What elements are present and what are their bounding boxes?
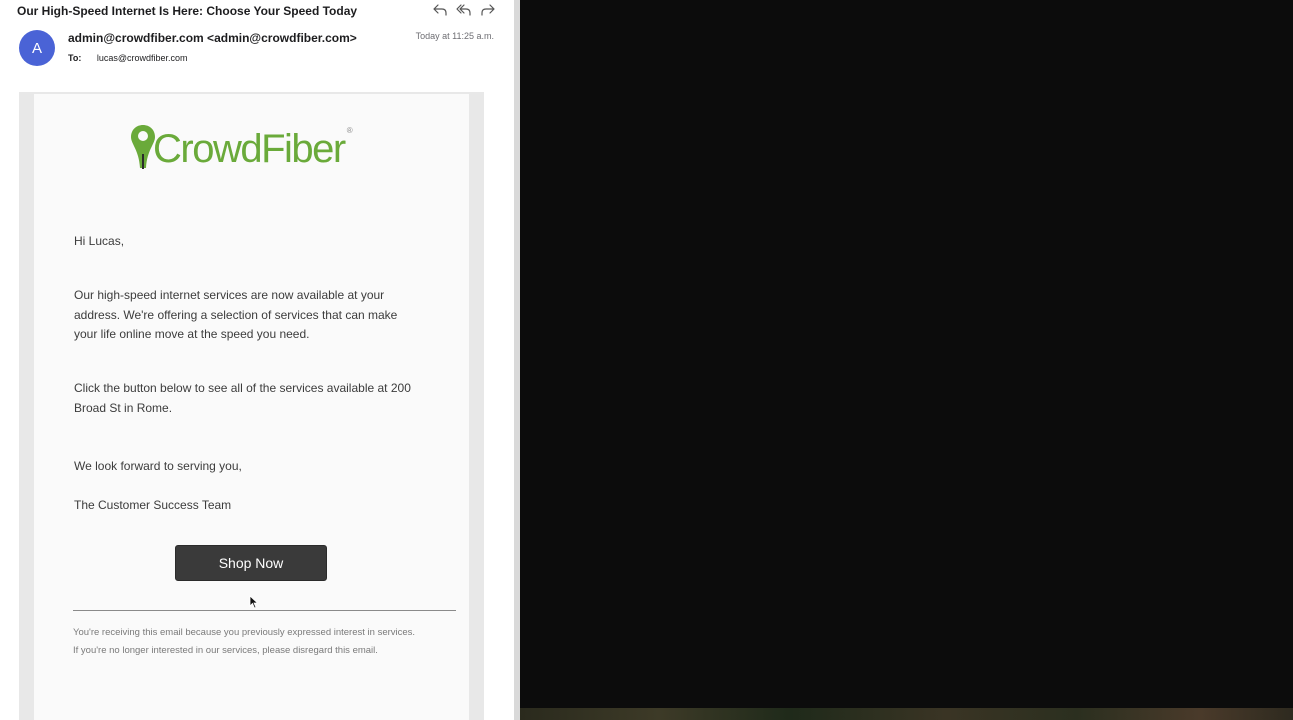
to-label: To: [68,53,82,63]
email-date: Today at 11:25 a.m. [415,31,494,41]
body-paragraph-2: Click the button below to see all of the… [74,381,411,415]
footer-text: You're receiving this email because you … [73,627,416,656]
recipient-row: To: lucas@crowdfiber.com [68,53,188,63]
crowdfiber-logo[interactable]: CrowdFiber ® [130,124,353,170]
reply-all-icon[interactable] [456,3,472,17]
mouse-cursor-icon [249,595,259,609]
background-area [520,0,1293,720]
email-content: CrowdFiber ® Hi Lucas, Our high-speed in… [34,94,469,720]
closing-line: We look forward to serving you, [74,459,242,473]
logo-text: CrowdFiber [153,127,346,171]
signature: The Customer Success Team [74,498,232,512]
email-actions [432,3,496,17]
body-paragraph-1: Our high-speed internet services are now… [74,288,398,341]
email-viewer: Our High-Speed Internet Is Here: Choose … [0,0,514,720]
footer-divider [73,610,456,611]
greeting: Hi Lucas, [74,234,125,248]
email-subject: Our High-Speed Internet Is Here: Choose … [17,4,358,18]
recipient-address[interactable]: lucas@crowdfiber.com [97,53,188,63]
reply-icon[interactable] [432,3,448,17]
sender-avatar: A [19,30,55,66]
sender-address[interactable]: admin@crowdfiber.com <admin@crowdfiber.c… [68,31,357,45]
shop-now-button[interactable]: Shop Now [175,545,327,581]
registered-mark: ® [346,126,353,135]
background-image-strip [520,708,1293,720]
forward-icon[interactable] [480,3,496,17]
email-content-frame: CrowdFiber ® Hi Lucas, Our high-speed in… [19,92,484,720]
